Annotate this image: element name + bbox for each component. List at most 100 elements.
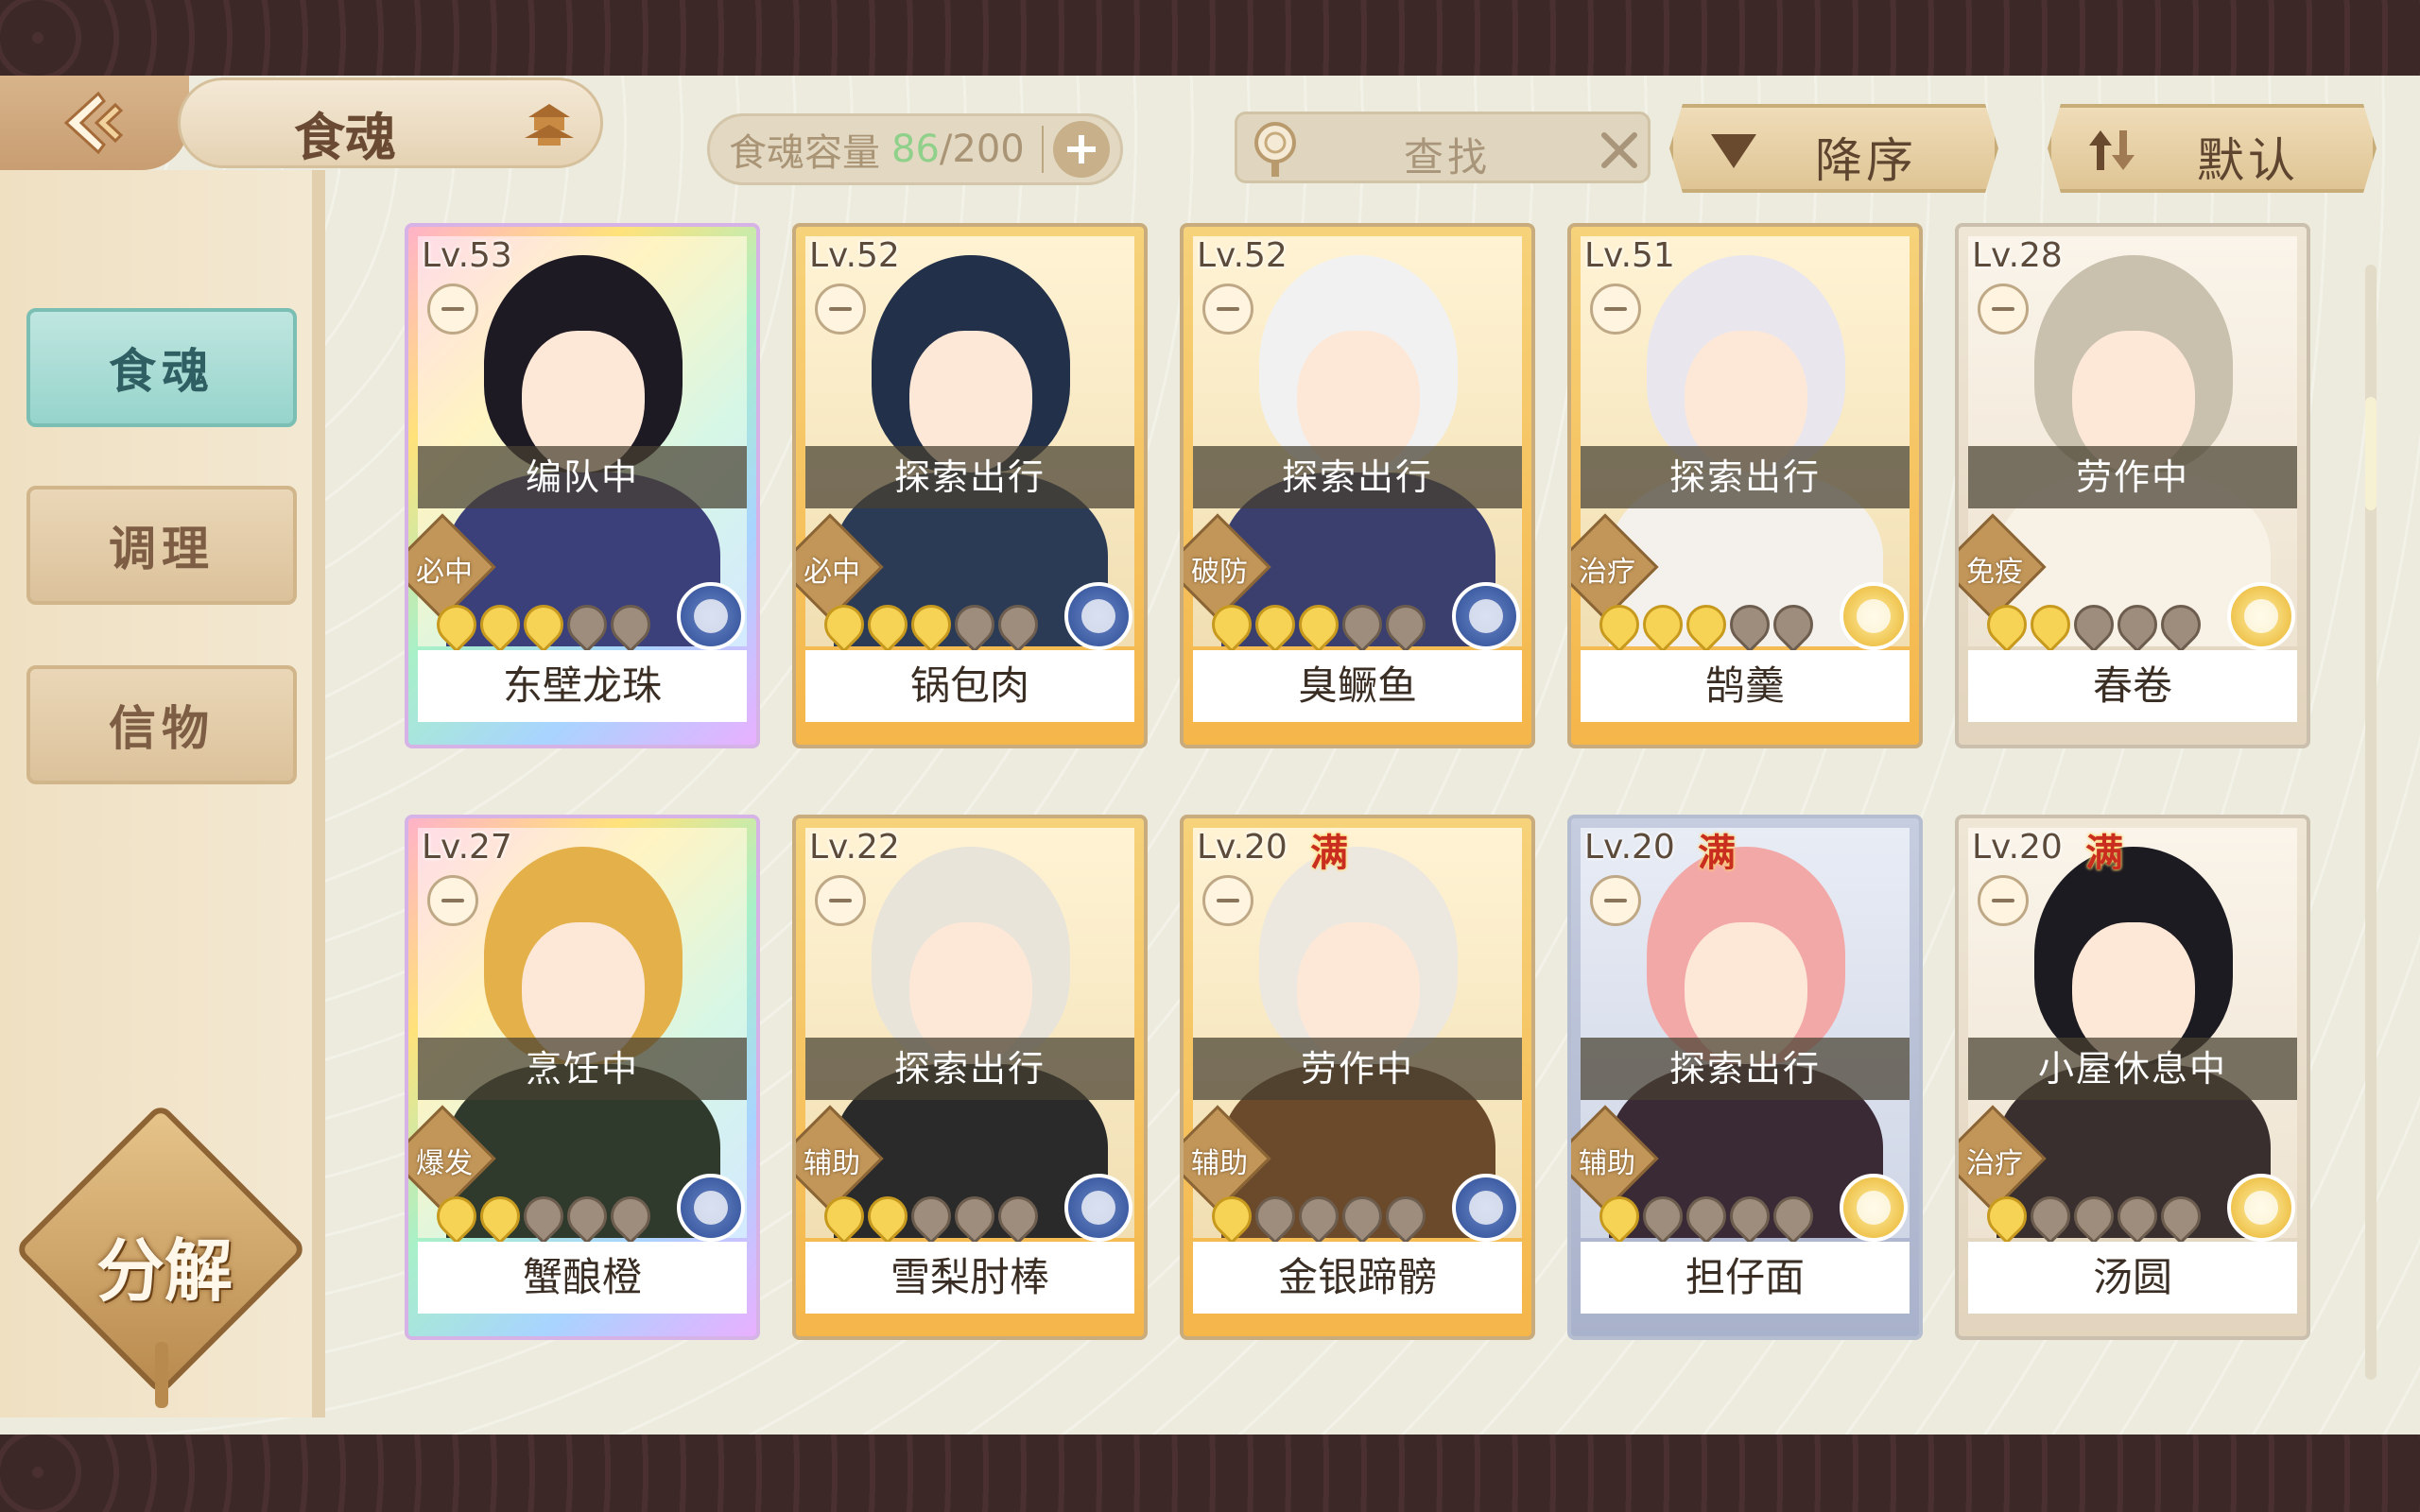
flame-star-icon xyxy=(1377,596,1434,653)
food-soul-card[interactable]: Lv.20 满劳作中 辅助 金银蹄髈 xyxy=(1180,815,1535,1340)
bowl-icon xyxy=(1978,284,2029,335)
title-plate: 食魂 xyxy=(178,77,603,168)
decompose-label[interactable]: 分解 xyxy=(79,1215,250,1314)
element-flower-icon xyxy=(1064,1174,1132,1242)
search-input[interactable]: 查找 xyxy=(1404,126,1491,183)
level-label: Lv.27 xyxy=(422,828,512,867)
bottom-border xyxy=(0,1435,2420,1512)
flame-star-icon xyxy=(2152,1188,2209,1245)
flame-star-icon xyxy=(1678,1188,1735,1245)
status-strip: 劳作中 xyxy=(1968,446,2297,508)
flame-star-icon xyxy=(1721,596,1778,653)
flame-star-icon xyxy=(1334,1188,1391,1245)
flame-star-icon xyxy=(946,1188,1003,1245)
flame-star-icon xyxy=(1290,1188,1347,1245)
plus-icon xyxy=(1066,135,1096,163)
flame-star-icon xyxy=(1634,596,1691,653)
element-flower-icon xyxy=(1840,582,1908,650)
character-name: 蟹酿橙 xyxy=(418,1242,747,1314)
star-rating xyxy=(816,596,1046,653)
flame-star-icon xyxy=(1290,596,1347,653)
flame-star-icon xyxy=(990,596,1046,653)
clear-icon[interactable] xyxy=(1597,128,1642,173)
food-soul-card[interactable]: Lv.53 编队中 必中 东壁龙珠 xyxy=(405,223,760,748)
bowl-icon xyxy=(1202,284,1253,335)
food-soul-card[interactable]: Lv.22 探索出行 辅助 雪梨肘棒 xyxy=(792,815,1148,1340)
star-rating xyxy=(1203,596,1434,653)
element-flower-icon xyxy=(677,1174,745,1242)
status-strip: 探索出行 xyxy=(805,446,1134,508)
bowl-icon xyxy=(1202,875,1253,926)
status-strip: 编队中 xyxy=(418,446,747,508)
food-soul-card[interactable]: Lv.20 满探索出行 辅助 担仔面 xyxy=(1567,815,1923,1340)
star-rating xyxy=(1591,1188,1822,1245)
sidebar-item-conditioning[interactable]: 调理 xyxy=(26,486,297,605)
top-border xyxy=(0,0,2420,76)
scrollbar[interactable] xyxy=(2365,265,2377,1380)
level-label: Lv.22 xyxy=(809,828,900,867)
role-label: 必中 xyxy=(804,556,860,589)
flame-star-icon xyxy=(1591,596,1648,653)
status-strip: 小屋休息中 xyxy=(1968,1038,2297,1100)
sort-order-button[interactable]: 降序 xyxy=(1669,104,1998,193)
flame-star-icon xyxy=(2022,1188,2079,1245)
bowl-icon xyxy=(815,284,866,335)
element-flower-icon xyxy=(1064,582,1132,650)
bowl-icon xyxy=(815,875,866,926)
flame-star-icon xyxy=(946,596,1003,653)
flame-star-icon xyxy=(1247,596,1304,653)
expand-capacity-button[interactable] xyxy=(1052,121,1110,178)
capacity-current: 86 xyxy=(891,128,940,171)
food-soul-card[interactable]: Lv.52 探索出行 破防 臭鳜鱼 xyxy=(1180,223,1535,748)
flame-star-icon xyxy=(1591,1188,1648,1245)
sort-mode-button[interactable]: 默认 xyxy=(2048,104,2377,193)
flame-star-icon xyxy=(472,1188,528,1245)
star-rating xyxy=(816,1188,1046,1245)
back-arrow-icon xyxy=(63,91,124,155)
bowl-icon xyxy=(1590,284,1641,335)
sidebar-item-tokens[interactable]: 信物 xyxy=(26,665,297,784)
flame-star-icon xyxy=(1765,596,1822,653)
flame-star-icon xyxy=(1979,596,2035,653)
flame-star-icon xyxy=(1634,1188,1691,1245)
flame-star-icon xyxy=(1765,1188,1822,1245)
sidebar-item-food-souls[interactable]: 食魂 xyxy=(26,308,297,427)
flame-star-icon xyxy=(816,1188,873,1245)
flame-star-icon xyxy=(602,596,659,653)
level-label: Lv.28 xyxy=(1972,236,2063,275)
character-name: 锅包肉 xyxy=(805,650,1134,722)
tower-icon[interactable] xyxy=(511,95,587,152)
flame-star-icon xyxy=(559,596,615,653)
food-soul-card[interactable]: Lv.51 探索出行 治疗 鹄羹 xyxy=(1567,223,1923,748)
role-label: 免疫 xyxy=(1966,556,2023,589)
page-title: 食魂 xyxy=(294,107,396,167)
star-rating xyxy=(1591,596,1822,653)
back-button[interactable] xyxy=(42,85,155,161)
food-soul-card[interactable]: Lv.20 满小屋休息中 治疗 汤圆 xyxy=(1955,815,2310,1340)
search-icon xyxy=(1254,122,1296,177)
main-stage: 食魂 食魂容量 86 /200 查找 降序 默认 食魂 调理 信物 分解 Lv.… xyxy=(0,76,2420,1435)
status-strip: 劳作中 xyxy=(1193,1038,1522,1100)
element-flower-icon xyxy=(2227,1174,2295,1242)
star-rating xyxy=(1203,1188,1434,1245)
swap-arrows-icon xyxy=(2089,130,2135,170)
bowl-icon xyxy=(427,875,478,926)
sort-mode-label: 默认 xyxy=(2197,133,2299,188)
level-label: Lv.20 xyxy=(1972,828,2063,867)
status-strip: 探索出行 xyxy=(1581,446,1910,508)
element-flower-icon xyxy=(2227,582,2295,650)
character-name: 鹄羹 xyxy=(1581,650,1910,722)
star-rating xyxy=(1979,596,2209,653)
role-label: 治疗 xyxy=(1966,1147,2023,1180)
flame-star-icon xyxy=(1377,1188,1434,1245)
food-soul-card[interactable]: Lv.27 烹饪中 爆发 蟹酿橙 xyxy=(405,815,760,1340)
search-box[interactable]: 查找 xyxy=(1235,112,1651,183)
flame-star-icon xyxy=(2152,596,2209,653)
sort-order-label: 降序 xyxy=(1815,133,1917,188)
flame-star-icon xyxy=(2066,1188,2122,1245)
star-rating xyxy=(1979,1188,2209,1245)
food-soul-card[interactable]: Lv.52 探索出行 必中 锅包肉 xyxy=(792,223,1148,748)
scroll-thumb[interactable] xyxy=(2365,397,2377,510)
character-name: 臭鳜鱼 xyxy=(1193,650,1522,722)
food-soul-card[interactable]: Lv.28 劳作中 免疫 春卷 xyxy=(1955,223,2310,748)
